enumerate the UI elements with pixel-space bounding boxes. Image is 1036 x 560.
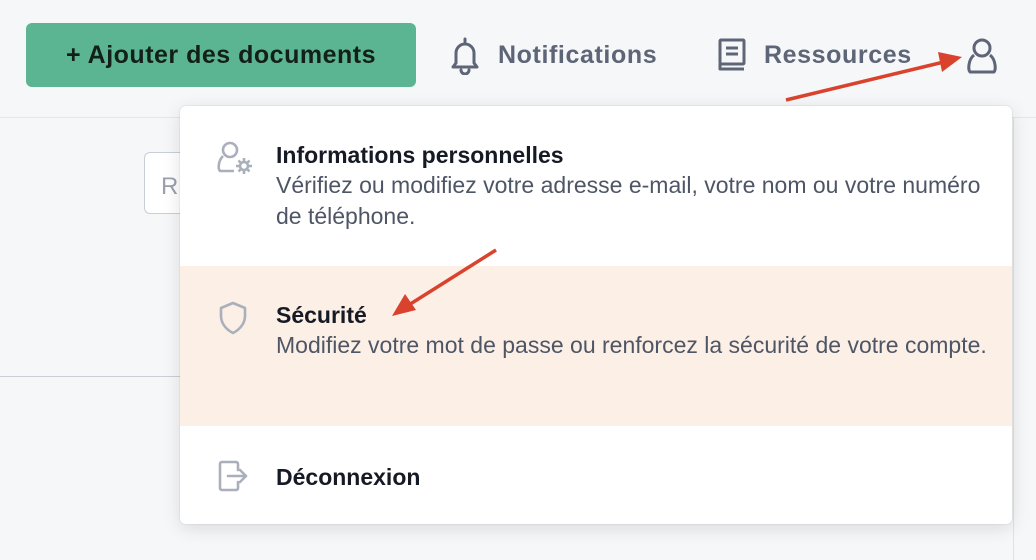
menu-item-description: Vérifiez ou modifiez votre adresse e-mai… [276,172,981,229]
menu-item-personal-info[interactable]: Informations personnelles Vérifiez ou mo… [180,106,1012,266]
shield-icon [216,300,250,341]
menu-item-security[interactable]: Sécurité Modifiez votre mot de passe ou … [180,266,1012,426]
top-navigation-bar: + Ajouter des documents Notifications Re… [0,0,1036,118]
menu-item-title: Informations personnelles [276,142,564,168]
user-gear-icon [216,140,256,181]
user-dropdown-menu: Informations personnelles Vérifiez ou mo… [180,106,1012,524]
book-icon [716,37,748,73]
menu-item-logout[interactable]: Déconnexion [180,426,1012,524]
nav-resources[interactable]: Ressources [716,30,912,80]
add-documents-button[interactable]: + Ajouter des documents [26,23,416,87]
bell-icon [448,35,482,75]
nav-resources-label: Ressources [764,40,912,69]
menu-item-title: Déconnexion [276,464,421,490]
background-panel-edge [1013,118,1036,560]
background-divider [0,376,200,377]
menu-item-description: Modifiez votre mot de passe ou renforcez… [276,332,987,358]
menu-item-title: Sécurité [276,302,367,328]
logout-icon [216,458,250,499]
user-profile-icon[interactable] [964,36,1000,76]
nav-notifications-label: Notifications [498,40,658,69]
nav-notifications[interactable]: Notifications [448,30,657,80]
